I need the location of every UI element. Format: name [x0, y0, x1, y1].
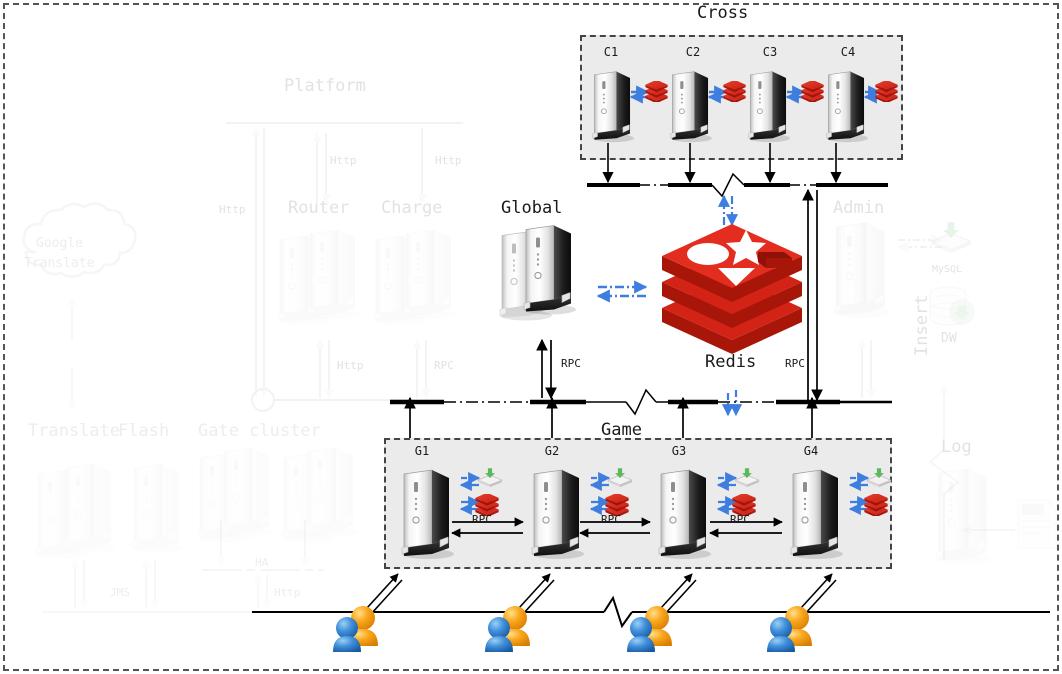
game-node-icons-g2	[589, 468, 633, 516]
svg-foreground-layer	[252, 71, 1050, 652]
redis-icon	[864, 494, 888, 516]
game-server-g2	[531, 469, 584, 560]
global-redis-link	[596, 280, 648, 303]
upper-bus-line	[587, 172, 888, 198]
global-label: Global	[501, 198, 563, 218]
mysql-icon	[734, 468, 760, 488]
mysql-icon	[477, 468, 503, 488]
admin-rpc-label: RPC	[785, 357, 805, 370]
cross-server-c4	[826, 71, 868, 143]
cross-downlinks	[602, 143, 842, 184]
game-node-icons-g4	[848, 468, 892, 516]
architecture-diagram-canvas: Platform Router Charge Http Http Http Ht…	[0, 0, 1062, 674]
game-rpc-label-3: RPC	[730, 513, 750, 526]
global-rpc-label: RPC	[561, 357, 581, 370]
redis-upper-bus-link	[717, 194, 739, 227]
redis-icon	[875, 81, 898, 102]
global-rpc-link	[536, 338, 557, 400]
game-server-g4	[790, 469, 843, 560]
game-node-icons-g3	[716, 468, 760, 516]
redis-label: Redis	[705, 352, 757, 372]
redis-icon	[801, 81, 824, 102]
cross-server-c2	[670, 71, 712, 143]
cross-redis-link-c2	[707, 81, 746, 104]
game-rpc-label-2: RPC	[601, 513, 621, 526]
redis-logo-icon	[662, 224, 802, 354]
game-uplinks	[404, 396, 818, 438]
mysql-icon	[607, 468, 633, 488]
game-server-g1	[401, 469, 454, 560]
cross-server-c3	[748, 71, 790, 143]
cross-server-c1	[592, 71, 634, 143]
admin-rpc-vertical-link	[802, 188, 823, 402]
redis-icon	[645, 81, 668, 102]
redis-icon	[723, 81, 746, 102]
cross-redis-link-c1	[629, 81, 668, 104]
mysql-icon	[866, 468, 892, 488]
game-rpc-label-1: RPC	[472, 513, 492, 526]
game-server-g3	[658, 469, 711, 560]
game-node-icons-g1	[459, 468, 503, 516]
cross-redis-link-c3	[785, 81, 824, 104]
cross-redis-link-c4	[863, 81, 898, 104]
global-server-icon	[499, 224, 576, 322]
